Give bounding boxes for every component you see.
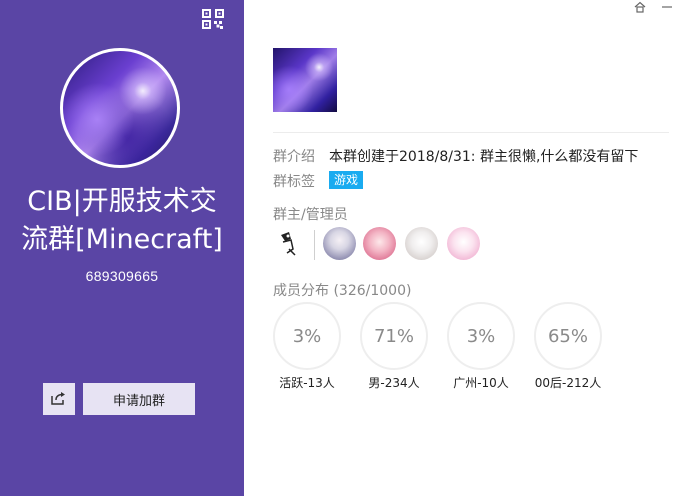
- qr-code-icon[interactable]: [201, 8, 225, 30]
- stat-circle-active: 3%: [273, 302, 341, 370]
- owner-avatar[interactable]: [275, 227, 305, 260]
- stat-label-region: 广州-10人: [453, 376, 509, 390]
- stat-circle-age: 65%: [534, 302, 602, 370]
- intro-text: 本群创建于2018/8/31: 群主很懒,什么都没有留下: [329, 149, 639, 165]
- stat-label-active: 活跃-13人: [279, 376, 335, 390]
- admin-avatar[interactable]: [405, 227, 438, 260]
- group-name-line-1: CIB|开服技术交: [27, 186, 217, 217]
- admin-separator: [314, 230, 315, 260]
- group-id: 689309665: [85, 268, 159, 284]
- admins-label: 群主/管理员: [273, 207, 348, 223]
- group-avatar: [60, 48, 180, 168]
- share-button[interactable]: [43, 383, 75, 415]
- group-name-line-2: 流群[Minecraft]: [21, 224, 223, 255]
- join-group-button[interactable]: 申请加群: [83, 383, 195, 415]
- group-name: CIB|开服技术交 流群[Minecraft]: [0, 183, 244, 259]
- intro-label: 群介绍: [273, 149, 315, 165]
- tags-label: 群标签: [273, 174, 315, 190]
- minimize-icon[interactable]: [660, 0, 674, 12]
- admin-avatar[interactable]: [363, 227, 396, 260]
- stat-label-male: 男-234人: [368, 376, 420, 390]
- divider: [273, 132, 669, 133]
- group-profile-panel: CIB|开服技术交 流群[Minecraft] 689309665 申请加群: [0, 0, 244, 496]
- stat-circle-region: 3%: [447, 302, 515, 370]
- pin-icon[interactable]: [633, 0, 647, 13]
- group-photo-thumbnail[interactable]: [273, 48, 337, 112]
- admin-avatar[interactable]: [447, 227, 480, 260]
- members-title: 成员分布 (326/1000): [273, 283, 412, 299]
- stat-circle-male: 71%: [360, 302, 428, 370]
- admin-avatar[interactable]: [323, 227, 356, 260]
- group-tag[interactable]: 游戏: [329, 171, 364, 189]
- share-icon: [51, 391, 67, 408]
- stat-label-age: 00后-212人: [534, 376, 602, 390]
